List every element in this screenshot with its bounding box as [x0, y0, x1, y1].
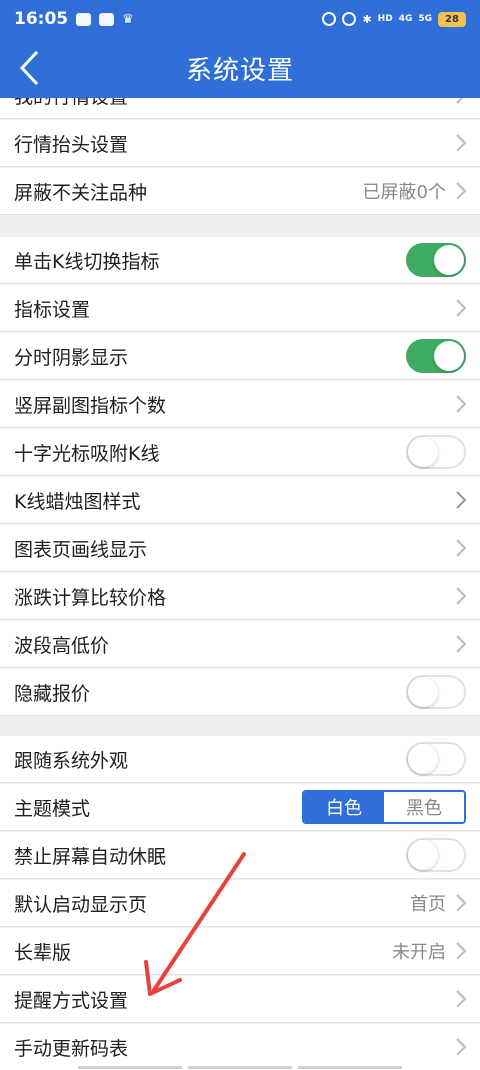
chevron-right-icon [456, 395, 466, 413]
status-time: 16:05 [14, 9, 69, 29]
toggle-knob [408, 744, 438, 774]
toggle-knob [408, 840, 438, 870]
row-quote-header-settings[interactable]: 行情抬头设置 [0, 120, 480, 167]
toggle-knob [408, 437, 438, 467]
app-notification-icon [76, 12, 92, 26]
crown-icon: ♛ [122, 11, 134, 27]
settings-list[interactable]: 我的行情设置 行情抬头设置 屏蔽不关注品种 已屏蔽0个 单击K线切换指标 指标设… [0, 98, 480, 1070]
row-value: 未开启 [392, 942, 446, 963]
hd-label: HD [377, 14, 393, 24]
status-left: 16:05 ♛ [14, 9, 134, 29]
theme-option-black[interactable]: 黑色 [384, 792, 464, 822]
row-no-sleep[interactable]: 禁止屏幕自动休眠 [0, 832, 480, 879]
chevron-right-icon [456, 1038, 466, 1056]
row-label: 单击K线切换指标 [14, 250, 160, 273]
nav-bar: 系统设置 [0, 38, 480, 98]
chevron-right-icon [456, 299, 466, 317]
signal-label-2: 5G [418, 14, 432, 24]
intraday-shadow-toggle[interactable] [406, 339, 466, 373]
row-block-products[interactable]: 屏蔽不关注品种 已屏蔽0个 [0, 168, 480, 215]
row-sub-chart-count[interactable]: 竖屏副图指标个数 [0, 381, 480, 428]
kline-switch-toggle[interactable] [406, 243, 466, 277]
row-value: 首页 [410, 894, 446, 915]
mute-icon [342, 12, 357, 26]
row-label: 提醒方式设置 [14, 989, 129, 1012]
toggle-knob [408, 677, 438, 707]
chevron-right-icon [456, 942, 466, 960]
row-intraday-shadow[interactable]: 分时阴影显示 [0, 333, 480, 380]
chevron-right-icon [456, 182, 466, 200]
crosshair-snap-toggle[interactable] [406, 435, 466, 469]
app-notification-icon [99, 12, 115, 26]
row-compare-price[interactable]: 涨跌计算比较价格 [0, 573, 480, 620]
signal-label: 4G [398, 14, 413, 24]
home-indicator [0, 1066, 480, 1070]
status-right: ✱ HD 4G 5G 28 [322, 11, 466, 27]
status-bar: 16:05 ♛ ✱ HD 4G 5G 28 [0, 0, 480, 38]
battery-icon: 28 [438, 11, 466, 27]
row-label: 默认启动显示页 [14, 893, 148, 916]
row-update-code-table[interactable]: 手动更新码表 [0, 1024, 480, 1070]
row-label: 屏蔽不关注品种 [14, 181, 148, 204]
row-label: 行情抬头设置 [14, 133, 129, 156]
chevron-right-icon [456, 134, 466, 152]
row-crosshair-snap[interactable]: 十字光标吸附K线 [0, 429, 480, 476]
row-label: 波段高低价 [14, 634, 110, 657]
row-label: 图表页画线显示 [14, 538, 148, 561]
hide-quote-toggle[interactable] [406, 675, 466, 709]
alarm-icon [322, 12, 337, 26]
bluetooth-icon: ✱ [362, 12, 372, 26]
chevron-right-icon [456, 539, 466, 557]
toggle-knob [434, 341, 464, 371]
row-label: 跟随系统外观 [14, 749, 129, 772]
row-label: 十字光标吸附K线 [14, 442, 160, 465]
row-label: 竖屏副图指标个数 [14, 394, 167, 417]
row-indicator-settings[interactable]: 指标设置 [0, 285, 480, 332]
row-wave-high-low[interactable]: 波段高低价 [0, 621, 480, 668]
row-hide-quote[interactable]: 隐藏报价 [0, 669, 480, 716]
back-arrow-icon [19, 50, 39, 86]
row-kline-switch-indicator[interactable]: 单击K线切换指标 [0, 237, 480, 284]
row-label: 涨跌计算比较价格 [14, 586, 167, 609]
chevron-right-icon [456, 990, 466, 1008]
back-button[interactable] [12, 50, 48, 86]
chevron-right-icon [456, 491, 466, 509]
row-label: 分时阴影显示 [14, 346, 129, 369]
chevron-right-icon [456, 587, 466, 605]
page-title: 系统设置 [185, 55, 294, 86]
chevron-right-icon [456, 894, 466, 912]
row-chart-drawing-display[interactable]: 图表页画线显示 [0, 525, 480, 572]
follow-system-toggle[interactable] [406, 742, 466, 776]
chevron-right-icon [456, 635, 466, 653]
chevron-right-icon [456, 98, 464, 104]
row-value: 已屏蔽0个 [362, 182, 446, 203]
theme-segmented-control: 白色 黑色 [302, 790, 466, 824]
row-label: 隐藏报价 [14, 682, 91, 705]
row-label: 主题模式 [14, 797, 91, 820]
row-label: 手动更新码表 [14, 1037, 129, 1060]
toggle-knob [434, 245, 464, 275]
row-label: 指标设置 [14, 298, 91, 321]
row-label: 长辈版 [14, 941, 72, 964]
theme-option-white[interactable]: 白色 [304, 792, 384, 822]
no-sleep-toggle[interactable] [406, 838, 466, 872]
row-follow-system[interactable]: 跟随系统外观 [0, 736, 480, 783]
row-elder-mode[interactable]: 长辈版 未开启 [0, 928, 480, 975]
row-theme-mode: 主题模式 白色 黑色 [0, 784, 480, 831]
row-label: 我的行情设置 [14, 98, 456, 109]
row-candle-style[interactable]: K线蜡烛图样式 [0, 477, 480, 524]
row-default-start-page[interactable]: 默认启动显示页 首页 [0, 880, 480, 927]
row-my-quote-settings[interactable]: 我的行情设置 [0, 98, 480, 119]
row-reminder-settings[interactable]: 提醒方式设置 [0, 976, 480, 1023]
row-label: 禁止屏幕自动休眠 [14, 845, 167, 868]
row-label: K线蜡烛图样式 [14, 490, 141, 513]
